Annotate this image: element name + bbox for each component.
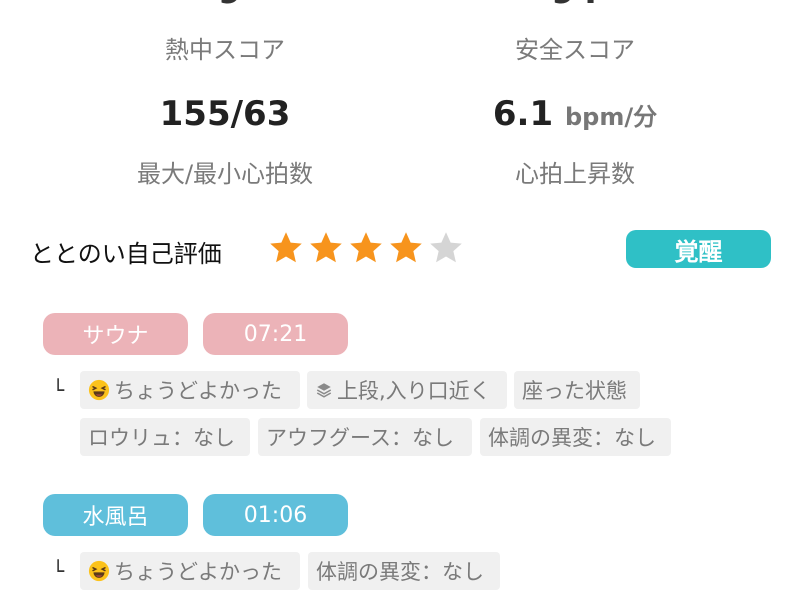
laughing-emoji-icon (88, 379, 110, 401)
water-condition-tag: 体調の異変：なし (308, 552, 500, 590)
sauna-position-text: 上段,入り口近く (337, 379, 491, 403)
sauna-time-pill: 07:21 (203, 313, 348, 355)
water-mood-text: ちょうどよかった (114, 560, 282, 584)
self-evaluation-row: ととのい自己評価 覚醒 (30, 228, 775, 274)
sauna-mood-text: ちょうどよかった (114, 379, 282, 403)
sauna-loyly-tag: ロウリュ：なし (80, 418, 250, 456)
heart-rate-rise-value: 6.1 bpm/分 (425, 94, 725, 134)
star-icon-3 (350, 232, 382, 263)
star-icon-4 (390, 232, 422, 263)
water-bath-label-pill: 水風呂 (43, 494, 188, 536)
rise-number: 6.1 (492, 94, 554, 134)
rise-unit: bpm/分 (564, 103, 658, 131)
maxmin-heart-rate-value: 155/63 (159, 94, 291, 134)
sauna-mood-tag: ちょうどよかった (80, 371, 300, 409)
sauna-branch-symbol: └ (52, 378, 65, 402)
sauna-posture-tag: 座った状態 (514, 371, 640, 409)
water-mood-tag: ちょうどよかった (80, 552, 300, 590)
sauna-condition-tag: 体調の異変：なし (480, 418, 671, 456)
star-icon-5 (430, 232, 462, 263)
heat-score-label: 熱中スコア (165, 36, 285, 64)
sauna-aufguss-tag: アウフグース：なし (258, 418, 472, 456)
laughing-emoji-icon (88, 560, 110, 582)
maxmin-heart-rate-label: 最大/最小心拍数 (136, 160, 314, 188)
layers-icon (316, 383, 332, 398)
heat-score-value: 9 (170, 0, 290, 12)
self-evaluation-label: ととのい自己評価 (30, 240, 222, 268)
awakening-badge: 覚醒 (626, 230, 771, 268)
water-bath-time-pill: 01:06 (203, 494, 348, 536)
water-branch-symbol: └ (52, 559, 65, 583)
heart-rate-rise-label: 心拍上昇数 (515, 160, 635, 188)
star-icon-2 (310, 232, 342, 263)
rating-stars (268, 230, 464, 266)
sauna-position-tag: 上段,入り口近く (307, 371, 507, 409)
safety-score-value: 94 (515, 0, 635, 12)
star-icon-1 (270, 232, 302, 263)
safety-score-label: 安全スコア (515, 36, 635, 64)
sauna-label-pill: サウナ (43, 313, 188, 355)
